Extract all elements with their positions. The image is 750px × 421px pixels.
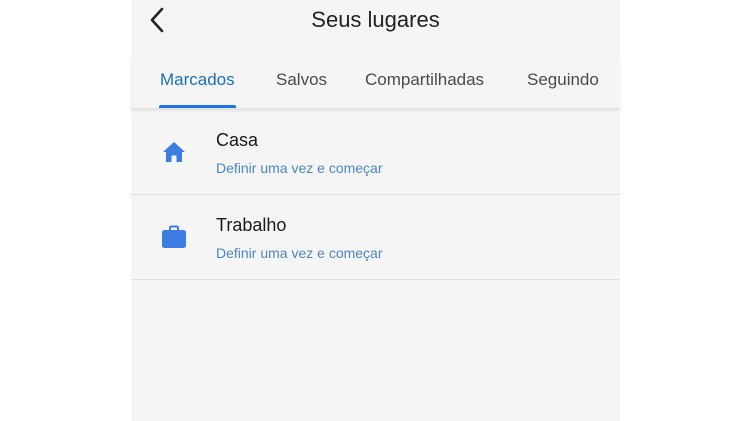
place-title: Casa bbox=[216, 130, 259, 150]
place-subtitle: Definir uma vez e começar bbox=[216, 245, 383, 261]
tab-seguindo[interactable]: Seguindo bbox=[527, 70, 599, 90]
place-row-home[interactable]: Casa Definir uma vez e começar bbox=[131, 110, 620, 195]
place-row-work[interactable]: Trabalho Definir uma vez e começar bbox=[131, 195, 620, 280]
active-tab-indicator bbox=[159, 105, 236, 108]
briefcase-icon bbox=[161, 225, 187, 249]
tab-marcados[interactable]: Marcados bbox=[160, 70, 235, 90]
tab-compartilhadas[interactable]: Compartilhadas bbox=[365, 70, 484, 90]
home-icon bbox=[161, 140, 187, 164]
tab-bar: Marcados Salvos Compartilhadas Seguindo bbox=[131, 58, 620, 109]
place-subtitle: Definir uma vez e começar bbox=[216, 160, 383, 176]
tab-salvos[interactable]: Salvos bbox=[276, 70, 327, 90]
page-title: Seus lugares bbox=[311, 7, 440, 32]
app-header: Seus lugares bbox=[131, 0, 620, 42]
places-screen: Seus lugares Marcados Salvos Compartilha… bbox=[131, 0, 620, 421]
place-title: Trabalho bbox=[216, 215, 287, 235]
